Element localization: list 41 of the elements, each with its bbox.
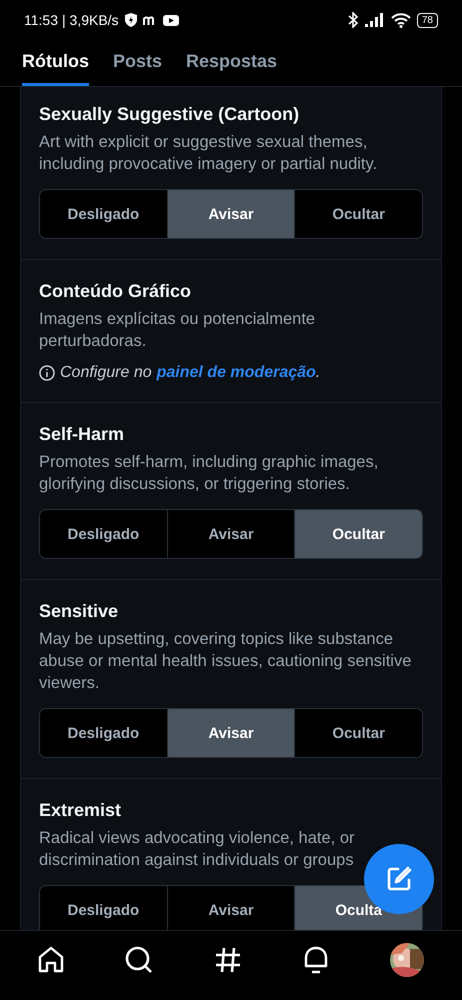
shield-icon [124,13,137,27]
label-title: Conteúdo Gráfico [39,281,192,302]
segment-option[interactable]: Avisar [166,709,294,757]
network-speed: | 3,9KB/s [62,12,119,28]
segment-option[interactable]: Avisar [166,886,294,930]
segment-option[interactable]: Desligado [40,190,167,238]
label-title: Sensitive [39,601,120,622]
compose-icon [385,865,413,893]
bluetooth-icon [346,12,359,28]
label-title: Sexually Suggestive (Cartoon) [39,104,300,125]
label-title: Self-Harm [39,424,126,445]
segment-option[interactable]: Ocultar [294,709,422,757]
status-time: 11:53 [24,12,58,28]
segment-option[interactable]: Desligado [40,709,167,757]
label-description: Art with explicit or suggestive sexual themes, including provocative imagery or partial nudity. [39,132,378,175]
battery-indicator: 78 [416,12,438,28]
segment-option[interactable]: Ocultar [294,510,422,558]
tab[interactable]: Respostas [186,40,278,86]
tab[interactable]: Posts [113,40,162,86]
segment-option[interactable]: Desligado [40,886,167,930]
wifi-icon [390,12,411,28]
info-icon [39,365,55,381]
search-icon[interactable] [125,946,153,974]
label-description: Promotes self-harm, including graphic images, glorifying discussions, or triggering stories. [39,452,380,495]
app-icon [142,15,157,25]
segment-option[interactable]: Ocultar [294,190,422,238]
segment-option[interactable]: Avisar [166,510,294,558]
period-text: . [316,364,320,382]
video-icon [162,14,179,26]
label-title: Extremist [39,800,122,821]
segment-option[interactable]: Desligado [40,510,167,558]
label-description: Imagens explícitas ou potencialmente perturbadoras. [39,309,316,352]
home-icon[interactable] [38,946,64,973]
signal-icon [364,13,385,27]
segment-option[interactable]: Avisar [166,190,294,238]
note-text: Configure no [60,364,152,382]
label-description: Radical views advocating violence, hate, or discrimination against individuals or groups [39,828,356,871]
hashtag-icon[interactable] [214,946,242,974]
label-description: May be upsetting, covering topics like substance abuse or mental health issues, cautioning sensitive viewers. [39,629,412,694]
moderation-link[interactable]: painel de moderação [156,364,316,382]
bell-icon[interactable] [303,946,329,974]
